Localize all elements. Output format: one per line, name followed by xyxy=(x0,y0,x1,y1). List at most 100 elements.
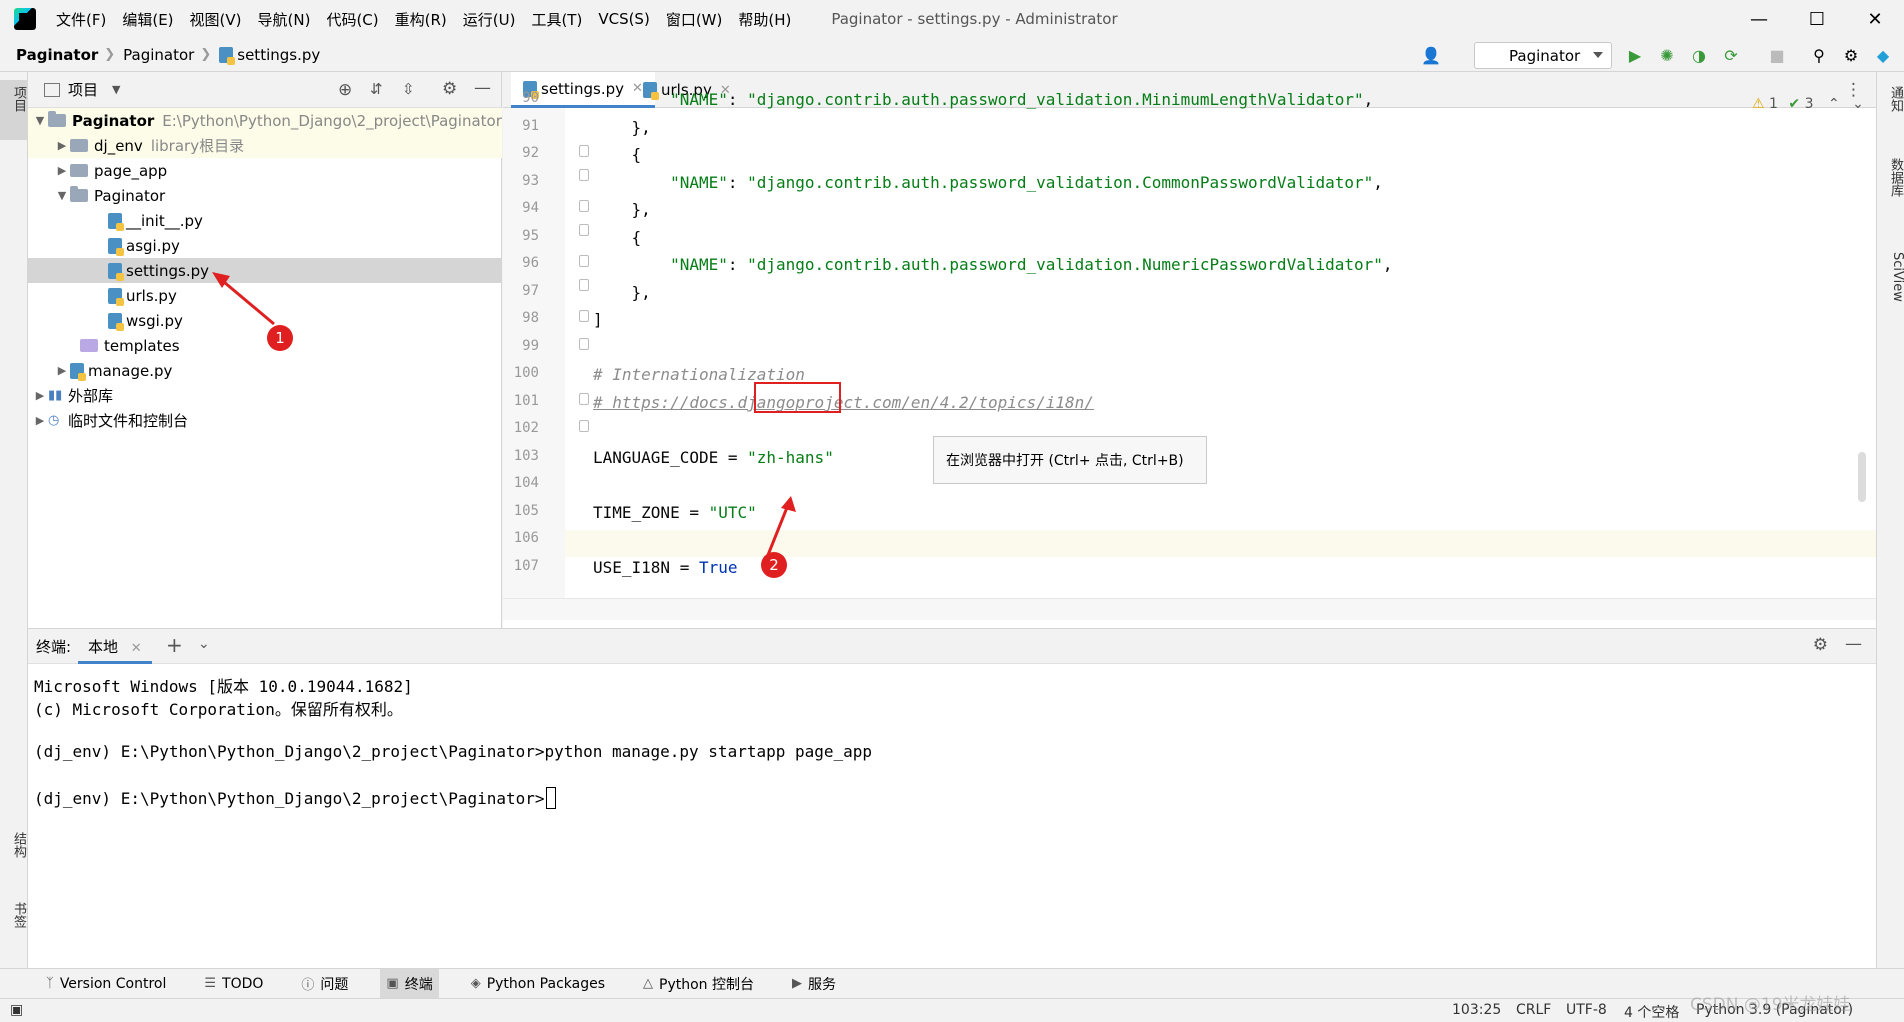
tree-item-settings[interactable]: settings.py xyxy=(28,258,502,283)
menu-navigate[interactable]: 导航(N) xyxy=(258,9,311,30)
gear-icon[interactable]: ⚙ xyxy=(442,79,457,99)
project-tool-tab[interactable]: 项目 xyxy=(0,86,28,112)
tree-item-external-libraries[interactable]: ▶ ▮▮ 外部库 xyxy=(28,383,502,408)
tab-python-packages[interactable]: ◈ Python Packages xyxy=(465,969,611,999)
chevron-right-icon[interactable]: ▶ xyxy=(54,139,70,152)
tab-version-control[interactable]: ᛉ Version Control xyxy=(40,969,172,999)
fold-marker[interactable] xyxy=(579,338,589,350)
code-editor[interactable]: settings.py ✕ urls.py ✕ ⋮ ⚠ 1 ✔ 3 ⌃ ⌄ 90… xyxy=(503,72,1876,628)
tab-terminal[interactable]: ▣ 终端 xyxy=(380,968,439,999)
fold-marker[interactable] xyxy=(579,279,589,291)
tree-item-templates[interactable]: templates xyxy=(28,333,502,358)
hide-panel-icon[interactable]: — xyxy=(1845,634,1862,654)
chevron-down-icon[interactable]: ▼ xyxy=(54,189,70,202)
menu-refactor[interactable]: 重构(R) xyxy=(395,9,447,30)
line-separator[interactable]: CRLF xyxy=(1516,1002,1551,1018)
tree-item-page-app[interactable]: ▶ page_app xyxy=(28,158,502,183)
gear-icon[interactable]: ⚙ xyxy=(1813,635,1828,655)
menu-file[interactable]: 文件(F) xyxy=(56,9,106,30)
tab-python-console[interactable]: △ Python 控制台 xyxy=(637,969,760,999)
menu-code[interactable]: 代码(C) xyxy=(326,9,378,30)
terminal-prompt-line[interactable]: (dj_env) E:\Python\Python_Django\2_proje… xyxy=(34,787,556,809)
maximize-icon[interactable]: ☐ xyxy=(1788,0,1846,38)
notifications-tool-tab[interactable]: 通知 xyxy=(1877,86,1904,112)
tree-item-dj-env[interactable]: ▶ dj_env library根目录 xyxy=(28,133,502,158)
tree-item-urls[interactable]: urls.py xyxy=(28,283,502,308)
fold-marker[interactable] xyxy=(579,420,589,432)
menu-help[interactable]: 帮助(H) xyxy=(738,9,791,30)
chevron-right-icon[interactable]: ▶ xyxy=(32,414,48,427)
expand-all-icon[interactable]: ⇵ xyxy=(370,80,383,98)
editor-horizontal-scrollbar[interactable] xyxy=(503,598,1876,620)
layout-icon[interactable]: ▣ xyxy=(10,1002,23,1018)
menu-edit[interactable]: 编辑(E) xyxy=(122,9,173,30)
tree-item-init[interactable]: __init__.py xyxy=(28,208,502,233)
tree-item-scratches[interactable]: ▶ ◷ 临时文件和控制台 xyxy=(28,408,502,433)
close-icon[interactable]: ✕ xyxy=(1846,0,1904,38)
tab-local[interactable]: 本地 ✕ xyxy=(78,629,152,664)
chevron-down-icon[interactable]: ⌄ xyxy=(198,636,210,652)
debug-icon[interactable]: ✺ xyxy=(1656,44,1678,66)
terminal-panel[interactable]: 终端: 本地 ✕ + ⌄ ⚙ — Microsoft Windows [版本 1… xyxy=(28,628,1876,968)
menu-vcs[interactable]: VCS(S) xyxy=(598,10,649,28)
run-icon[interactable]: ▶ xyxy=(1624,44,1646,66)
tree-item-asgi[interactable]: asgi.py xyxy=(28,233,502,258)
fold-marker[interactable] xyxy=(579,169,589,181)
tab-todo[interactable]: ☰ TODO xyxy=(198,969,269,999)
chevron-up-icon[interactable]: ⌃ xyxy=(1828,96,1840,112)
indent-setting[interactable]: 4 个空格 xyxy=(1624,1002,1679,1022)
search-icon[interactable]: ⚲ xyxy=(1808,44,1830,66)
profile-icon[interactable]: ⟳ xyxy=(1720,44,1742,66)
file-encoding[interactable]: UTF-8 xyxy=(1566,1002,1607,1018)
menu-view[interactable]: 视图(V) xyxy=(190,9,242,30)
terminal-prompt: (dj_env) E:\Python\Python_Django\2_proje… xyxy=(34,789,545,808)
database-tool-tab[interactable]: 数据库 xyxy=(1877,158,1904,197)
menu-window[interactable]: 窗口(W) xyxy=(666,9,723,30)
collapse-all-icon[interactable]: ⇳ xyxy=(402,80,415,98)
breadcrumb-project[interactable]: Paginator xyxy=(16,46,98,64)
inspection-widget[interactable]: ⚠ 1 ✔ 3 ⌃ ⌄ xyxy=(1752,96,1864,112)
run-configuration-select[interactable]: Paginator xyxy=(1474,42,1612,69)
menu-tools[interactable]: 工具(T) xyxy=(531,9,582,30)
fold-marker[interactable] xyxy=(579,310,589,322)
caret-position[interactable]: 103:25 xyxy=(1452,1002,1501,1018)
chevron-down-icon[interactable]: ▼ xyxy=(32,114,48,127)
tree-item-root[interactable]: ▼ Paginator E:\Python\Python_Django\2_pr… xyxy=(28,108,502,133)
user-icon[interactable]: 👤 xyxy=(1420,44,1442,66)
chevron-down-icon[interactable]: ⌄ xyxy=(1852,96,1864,112)
breadcrumb-package[interactable]: Paginator xyxy=(123,46,194,64)
sciview-tool-tab[interactable]: SciView xyxy=(1877,252,1904,302)
chevron-down-icon[interactable]: ▼ xyxy=(112,83,120,96)
add-terminal-icon[interactable]: + xyxy=(166,633,183,657)
fold-marker[interactable] xyxy=(579,393,589,405)
bookmarks-tool-tab[interactable]: 书签 xyxy=(0,902,28,928)
info-icon: ⓘ xyxy=(301,978,315,993)
fold-marker[interactable] xyxy=(579,200,589,212)
hide-panel-icon[interactable]: — xyxy=(474,78,491,98)
tree-item-wsgi[interactable]: wsgi.py xyxy=(28,308,502,333)
tree-item-manage[interactable]: ▶ manage.py xyxy=(28,358,502,383)
stop-icon[interactable]: ■ xyxy=(1766,44,1788,66)
coverage-icon[interactable]: ◑ xyxy=(1688,44,1710,66)
minimize-icon[interactable]: — xyxy=(1730,0,1788,38)
jetbrains-logo-icon[interactable]: ◆ xyxy=(1872,44,1894,66)
breadcrumb-file[interactable]: settings.py xyxy=(237,46,320,64)
menu-run[interactable]: 运行(U) xyxy=(463,9,516,30)
gear-icon[interactable]: ⚙ xyxy=(1840,44,1862,66)
locate-icon[interactable]: ⊕ xyxy=(338,80,352,100)
tab-services[interactable]: ▶ 服务 xyxy=(786,969,842,999)
chevron-right-icon[interactable]: ▶ xyxy=(54,164,70,177)
chevron-right-icon[interactable]: ▶ xyxy=(32,389,48,402)
chevron-right-icon[interactable]: ▶ xyxy=(54,364,70,377)
tree-item-paginator-package[interactable]: ▼ Paginator xyxy=(28,183,502,208)
project-panel-title[interactable]: 项目 xyxy=(68,79,98,100)
structure-tool-tab[interactable]: 结构 xyxy=(0,832,28,858)
editor-vertical-scrollbar[interactable] xyxy=(1858,452,1866,502)
fold-marker[interactable] xyxy=(579,224,589,236)
code-line-101[interactable]: # https://docs.djangoproject.com/en/4.2/… xyxy=(593,393,1094,412)
tab-problems[interactable]: ⓘ 问题 xyxy=(295,969,354,999)
fold-marker[interactable] xyxy=(579,255,589,267)
close-icon[interactable]: ✕ xyxy=(131,641,142,656)
tree-item-label: Paginator xyxy=(72,111,155,130)
fold-marker[interactable] xyxy=(579,145,589,157)
